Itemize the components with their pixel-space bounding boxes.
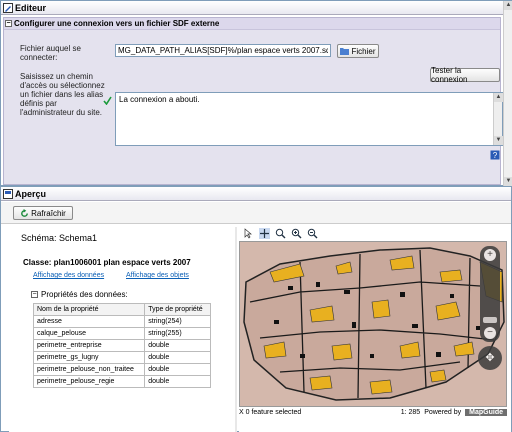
table-row: perimetre_pelouse_regie double [32,375,211,388]
collapse-icon[interactable]: − [5,20,12,27]
select-arrow-icon[interactable] [243,228,254,239]
zoom-in-icon[interactable] [291,228,302,239]
zoom-out-icon[interactable] [307,228,318,239]
table-row: perimetre_entreprise double [32,339,211,352]
folder-icon [340,48,350,55]
map-canvas[interactable]: + − ✥ [239,241,507,407]
table-header-row: Nom de la propriété Type de propriété [32,303,211,316]
file-path-input[interactable] [115,44,331,57]
help-text: Saisissez un chemin d'accès ou sélection… [20,72,105,117]
property-type: double [144,363,211,376]
test-connection-button[interactable]: Tester la connexion [430,66,500,84]
editor-scroll-up-icon[interactable]: ▲ [504,1,512,10]
table-row: calque_pelouse string(255) [32,327,211,340]
property-name: calque_pelouse [32,327,146,340]
file-label: Fichier auquel se connecter: [20,44,81,62]
property-type: string(254) [144,315,211,328]
refresh-icon [21,208,29,217]
column-header: Type de propriété [144,303,211,316]
props-collapse-icon[interactable]: − [31,291,38,298]
editor-scroll-down-icon[interactable]: ▼ [504,177,512,186]
editor-panel: Editeur − Configurer une connexion vers … [0,0,512,186]
svg-text:?: ? [493,151,498,160]
map-viewer: + − ✥ X 0 feature selected 1: 285 Powere… [239,227,511,432]
editor-title-bar: Editeur [1,1,511,15]
editor-body: − Configurer une connexion vers un fichi… [3,17,503,185]
property-name: perimetre_entreprise [32,339,146,352]
preview-icon [3,189,13,199]
table-row: perimetre_pelouse_non_traitee double [32,363,211,376]
scroll-down-icon[interactable]: ▼ [494,136,503,145]
preview-panel: Aperçu Rafraîchir Schéma: Schema1 Classe… [0,186,512,432]
class-title: Classe: plan1006001 plan espace verts 20… [23,258,191,267]
property-name: perimetre_gs_lugny [32,351,146,364]
file-button[interactable]: Fichier [337,44,379,58]
slider-zoom-in-icon[interactable]: + [484,249,496,261]
editor-title: Editeur [15,2,47,13]
preview-toolbar: Rafraîchir [1,202,511,224]
section-header[interactable]: − Configurer une connexion vers un fichi… [4,18,500,30]
column-header: Nom de la propriété [32,303,146,316]
property-type: double [144,339,211,352]
slider-zoom-out-icon[interactable]: − [484,327,496,339]
refresh-button[interactable]: Rafraîchir [13,206,73,220]
schema-scrollbar[interactable] [235,227,237,432]
map-status-bar: X 0 feature selected 1: 285 Powered by M… [239,407,507,418]
property-name: perimetre_pelouse_regie [32,375,146,388]
section-title: Configurer une connexion vers un fichier… [14,19,220,28]
check-icon [103,96,112,105]
editor-icon [3,3,13,13]
result-box: La connexion a abouti. ▲ ▼ [115,92,503,146]
zoom-rect-icon[interactable] [275,228,286,239]
property-name: adresse [32,315,146,328]
property-type: string(255) [144,327,211,340]
map-graphic [243,247,505,401]
result-scrollbar[interactable]: ▲ ▼ [493,93,503,145]
result-text: La connexion a abouti. [119,95,200,104]
scroll-up-icon[interactable]: ▲ [494,93,503,102]
link-object-view[interactable]: Affichage des objets [126,272,189,279]
powered-by: Powered by [424,409,462,416]
map-toolbar [243,228,318,239]
table-row: perimetre_gs_lugny double [32,351,211,364]
mapguide-logo: MapGuide [465,409,507,416]
property-type: double [144,375,211,388]
preview-title: Aperçu [15,188,47,199]
pan-control-icon[interactable]: ✥ [478,346,502,370]
pan-icon[interactable] [259,228,270,239]
property-type: double [144,351,211,364]
link-data-view[interactable]: Affichage des données [33,272,104,279]
schema-title: Schéma: Schema1 [21,233,98,243]
property-name: perimetre_pelouse_non_traitee [32,363,146,376]
props-heading: − Propriétés des données: [31,290,128,299]
schema-pane: Schéma: Schema1 Classe: plan1006001 plan… [9,227,237,432]
slider-thumb[interactable] [483,317,497,323]
zoom-slider[interactable]: + − [480,246,500,342]
selection-status: X 0 feature selected [239,409,302,416]
map-scale: 1: 285 [400,409,421,416]
properties-table: Nom de la propriété Type de propriété ad… [32,303,211,388]
table-row: adresse string(254) [32,315,211,328]
help-icon[interactable]: ? [490,150,500,160]
editor-scrollbar[interactable]: ▲ ▼ [503,1,512,186]
preview-title-bar: Aperçu [1,187,511,201]
